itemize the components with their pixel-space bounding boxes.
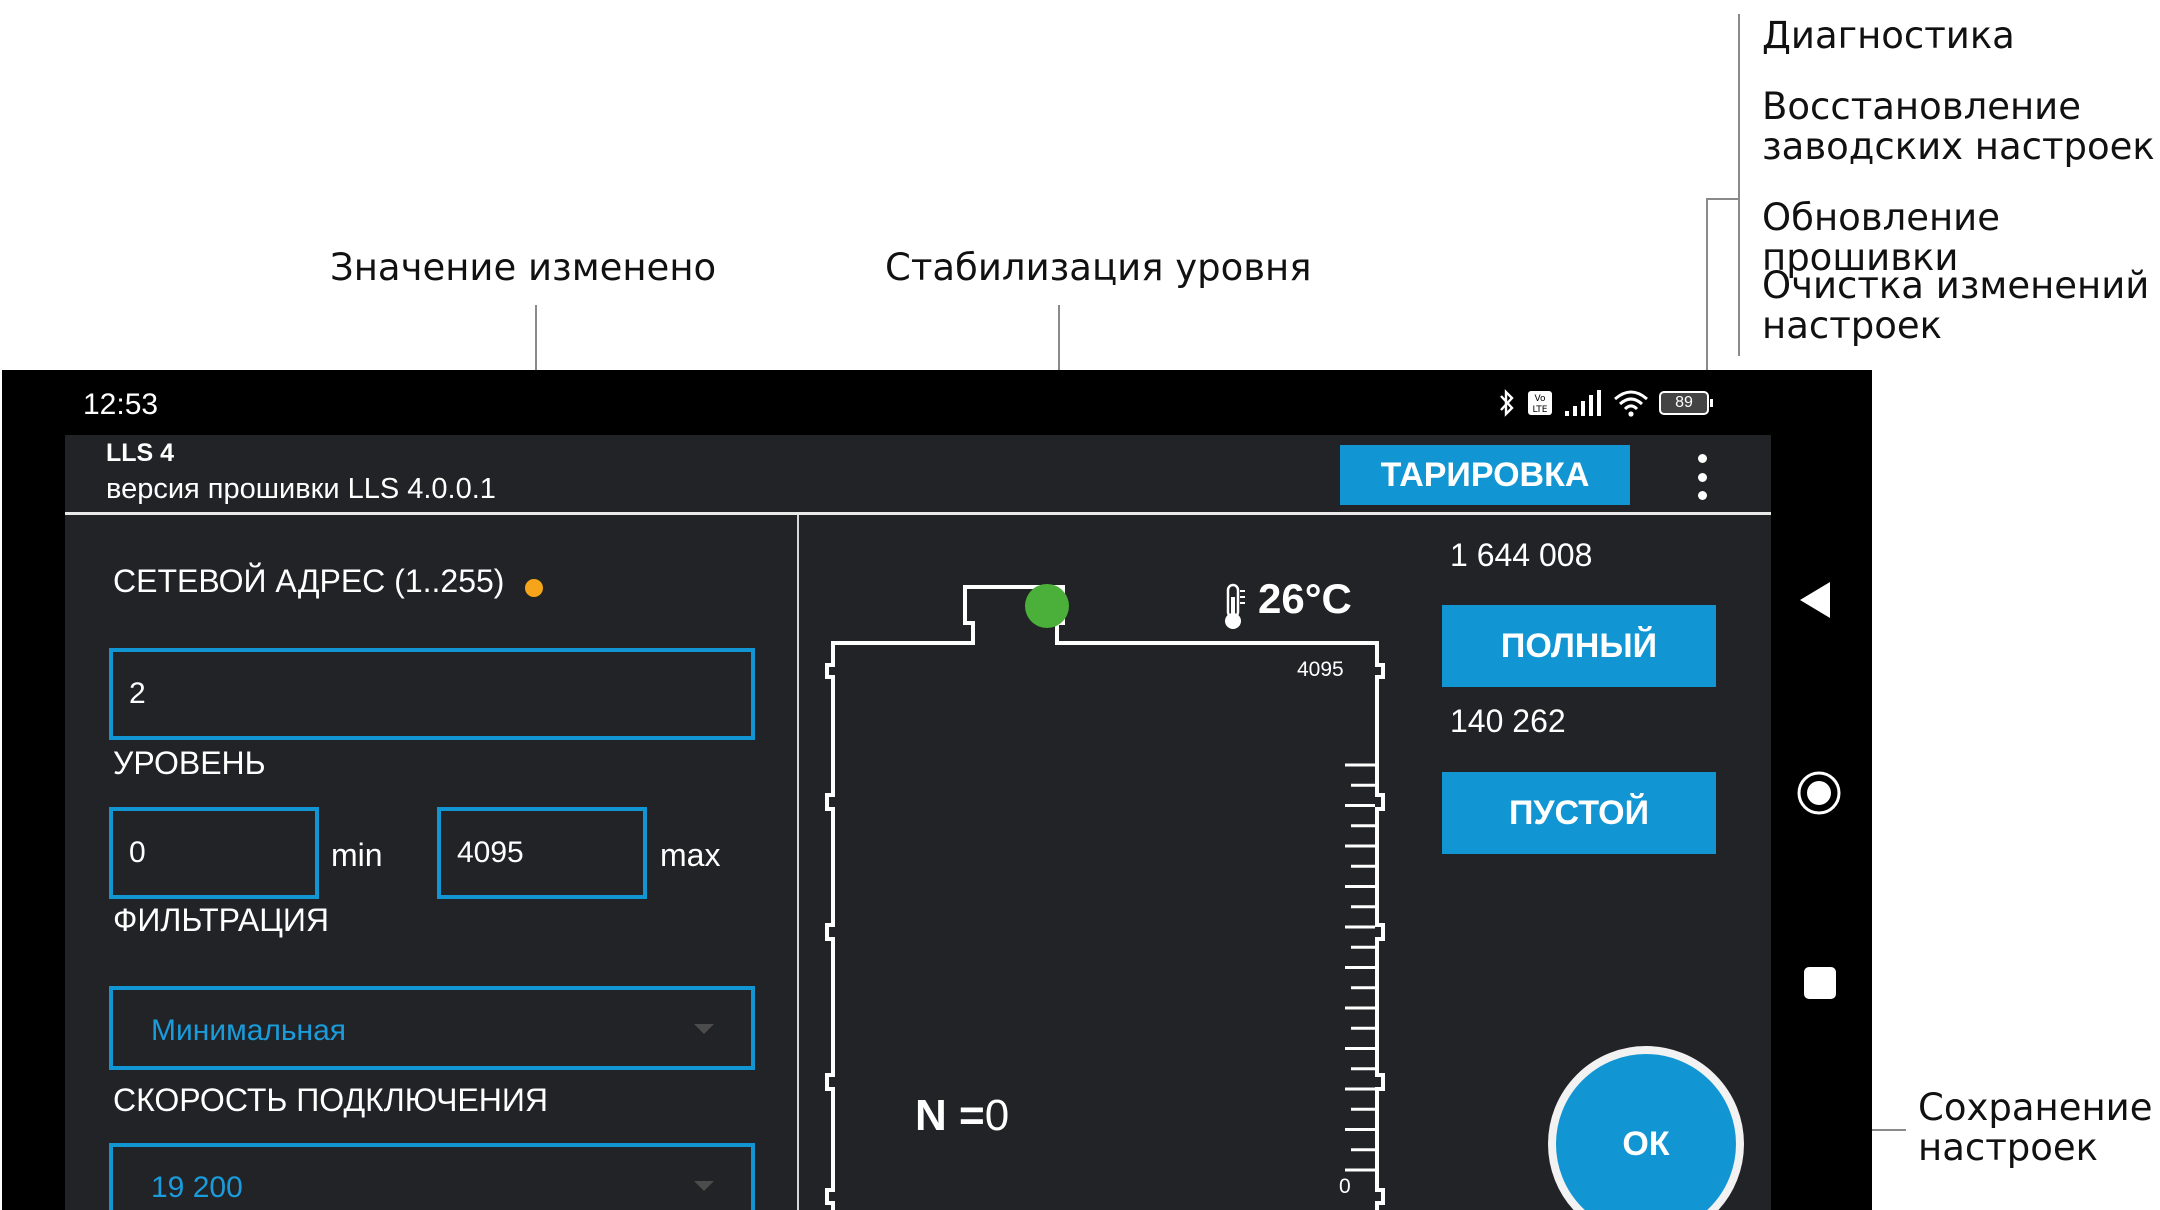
value-changed-indicator [525, 579, 543, 597]
scale-top-label: 4095 [1297, 658, 1344, 681]
connection-speed-select[interactable]: 19 200 [109, 1143, 755, 1210]
full-button[interactable]: ПОЛНЫЙ [1442, 605, 1716, 687]
filtration-label: ФИЛЬТРАЦИЯ [113, 902, 329, 938]
status-icons: Vo LTE 89 [1497, 386, 1713, 420]
callout-value-changed: Значение изменено [330, 246, 717, 289]
battery-icon: 89 [1659, 391, 1713, 415]
battery-level: 89 [1659, 391, 1709, 415]
wifi-icon [1614, 390, 1648, 417]
tank-scale [1345, 763, 1375, 1172]
filtration-select[interactable]: Минимальная [109, 986, 755, 1070]
empty-button[interactable]: ПУСТОЙ [1442, 772, 1716, 854]
firmware-version: версия прошивки LLS 4.0.0.1 [106, 473, 496, 505]
svg-text:LTE: LTE [1533, 405, 1548, 415]
phone-frame: 12:53 Vo LTE 89 LLS 4 версия прошивки LLS… [2, 370, 1872, 1210]
n-counter-label: N = [915, 1091, 985, 1140]
bluetooth-icon [1500, 389, 1514, 417]
chevron-down-icon [694, 1024, 714, 1034]
level-label: УРОВЕНЬ [113, 745, 266, 781]
level-min-unit: min [331, 837, 383, 873]
filtration-value: Минимальная [151, 1014, 347, 1047]
status-time: 12:53 [83, 388, 159, 421]
callout-bracket-menu [1738, 14, 1740, 356]
chevron-down-icon [694, 1181, 714, 1191]
level-max-input[interactable] [437, 807, 647, 899]
level-max-unit: max [660, 837, 721, 873]
callout-level-stabilization: Стабилизация уровня [885, 246, 1312, 289]
callout-menu-factory-reset: Восстановление заводских настроек [1762, 85, 2155, 168]
n-counter-value: 0 [984, 1091, 1010, 1140]
volte-icon: VoLTE [1528, 391, 1552, 415]
callout-menu-clear-changes: Очистка изменений настроек [1762, 264, 2150, 347]
full-value: 1 644 008 [1450, 537, 1593, 573]
calibration-button[interactable]: ТАРИРОВКА [1340, 445, 1630, 505]
thermometer-icon [1225, 583, 1245, 629]
callout-save-settings: Сохранение настроек [1918, 1086, 2153, 1169]
recents-nav-icon[interactable] [1804, 967, 1836, 999]
more-menu-icon[interactable] [1692, 454, 1712, 500]
back-nav-icon[interactable] [1798, 580, 1832, 620]
signal-icon [1565, 390, 1601, 416]
stabilization-indicator [1025, 584, 1069, 628]
connection-speed-value: 19 200 [151, 1171, 243, 1204]
temperature-value: 26°C [1258, 575, 1352, 622]
level-min-input[interactable] [109, 807, 319, 899]
callout-menu-diagnostics: Диагностика [1762, 14, 2015, 57]
n-counter: N =0 [915, 1091, 1009, 1141]
app-screen: LLS 4 версия прошивки LLS 4.0.0.1 ТАРИРО… [65, 435, 1771, 1210]
scale-bottom-label: 0 [1339, 1175, 1351, 1198]
connection-speed-label: СКОРОСТЬ ПОДКЛЮЧЕНИЯ [113, 1082, 548, 1118]
header-divider [65, 512, 1771, 515]
svg-text:Vo: Vo [1535, 394, 1546, 404]
network-address-label: СЕТЕВОЙ АДРЕС (1..255) [113, 563, 505, 599]
panel-divider [797, 515, 799, 1210]
callout-bracket-stub [1706, 198, 1738, 200]
network-address-input[interactable] [109, 648, 755, 740]
device-title: LLS 4 [106, 439, 175, 467]
home-nav-icon[interactable] [1796, 770, 1842, 816]
empty-value: 140 262 [1450, 703, 1566, 739]
